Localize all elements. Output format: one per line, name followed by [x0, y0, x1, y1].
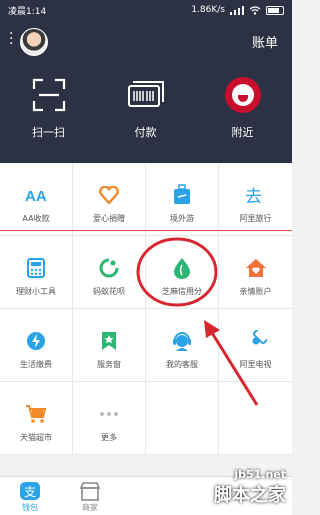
grid-row: 天猫超市 更多 [0, 382, 292, 455]
empty-cell [146, 382, 219, 454]
watermark: jb51.net 脚本之家 [214, 468, 286, 506]
app-charity[interactable]: 爱心捐赠 [73, 163, 146, 235]
app-utilities[interactable]: 生活缴费 [0, 309, 73, 381]
app-more[interactable]: 更多 [73, 382, 146, 454]
svg-text:去: 去 [245, 187, 262, 205]
tv-icon [244, 329, 268, 353]
app-ali-tv[interactable]: 阿里电视 [219, 309, 292, 381]
app-huabei[interactable]: 蚂蚁花呗 [73, 236, 146, 308]
scan-button[interactable]: 扫一扫 [0, 75, 97, 140]
wifi-icon [249, 5, 261, 15]
bookmark-icon [97, 329, 121, 353]
shop-icon [79, 482, 101, 501]
app-sesame-credit[interactable]: 芝麻信用分 [146, 236, 219, 308]
sesame-icon [170, 256, 194, 280]
kfc-logo-icon [224, 77, 261, 113]
barcode-icon [126, 75, 166, 115]
grid-row: 生活缴费 服务窗 我的客服 阿里电视 [0, 309, 292, 382]
account-header: · · · 账单 扫一扫 付款 附近 [0, 20, 292, 163]
grid-row: AA AA收款 爱心捐赠 境外游 去 阿里旅行 [0, 163, 292, 236]
app-aa-collect[interactable]: AA AA收款 [0, 163, 73, 235]
scan-icon [29, 75, 69, 115]
app-service-window[interactable]: 服务窗 [73, 309, 146, 381]
heart-icon [97, 183, 121, 207]
app-family-account[interactable]: 亲情账户 [219, 236, 292, 308]
nearby-button[interactable]: 附近 [194, 75, 291, 140]
battery-icon [266, 5, 284, 15]
aa-icon: AA [24, 183, 48, 207]
signal-icon [230, 5, 244, 15]
family-icon [244, 256, 268, 280]
app-grid: AA AA收款 爱心捐赠 境外游 去 阿里旅行 理财小工具 蚂蚁花呗 芝麻信用分 [0, 163, 292, 455]
tab-wallet[interactable]: 支 钱包 [0, 477, 60, 515]
annotation-line [0, 230, 292, 231]
wallet-icon: 支 [20, 482, 40, 500]
suitcase-icon [170, 183, 194, 207]
app-tmall-supermarket[interactable]: 天猫超市 [0, 382, 73, 454]
huabei-icon [97, 256, 121, 280]
lightning-icon [24, 329, 48, 353]
pay-button[interactable]: 付款 [97, 75, 194, 140]
avatar[interactable] [20, 28, 48, 56]
app-overseas[interactable]: 境外游 [146, 163, 219, 235]
calculator-icon [24, 256, 48, 280]
status-bar: 凌晨1:14 1.86K/s [0, 0, 292, 20]
network-speed: 1.86K/s [191, 5, 225, 15]
app-finance-tools[interactable]: 理财小工具 [0, 236, 73, 308]
app-customer-service[interactable]: 我的客服 [146, 309, 219, 381]
travel-icon: 去 [244, 183, 268, 207]
more-icon [97, 402, 121, 426]
svg-text:支: 支 [24, 485, 36, 499]
app-ali-travel[interactable]: 去 阿里旅行 [219, 163, 292, 235]
menu-dots-icon[interactable]: · · · [9, 27, 13, 51]
cart-icon [24, 402, 48, 426]
quick-actions: 扫一扫 付款 附近 [0, 75, 292, 140]
status-time: 凌晨1:14 [8, 6, 47, 17]
customer-service-icon [170, 329, 194, 353]
tab-merchant[interactable]: 商家 [60, 477, 120, 515]
grid-row: 理财小工具 蚂蚁花呗 芝麻信用分 亲情账户 [0, 236, 292, 309]
bill-button[interactable]: 账单 [252, 32, 278, 51]
empty-cell [219, 382, 292, 454]
svg-text:AA: AA [25, 188, 47, 203]
